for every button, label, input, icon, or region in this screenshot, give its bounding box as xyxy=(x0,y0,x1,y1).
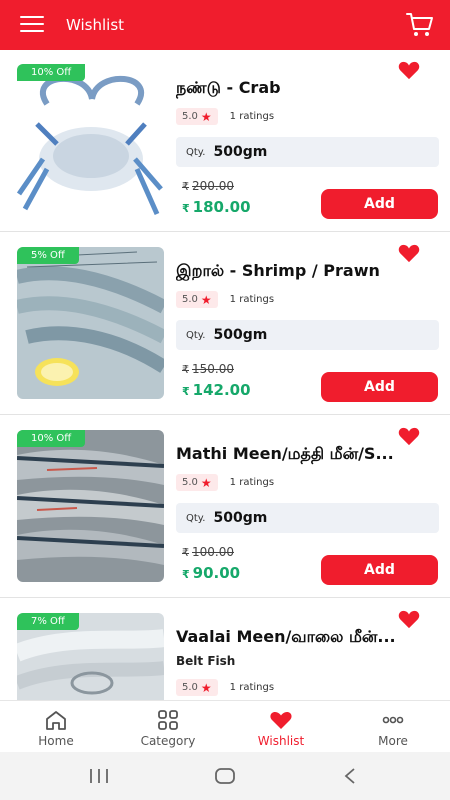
qty-value: 500gm xyxy=(213,327,268,343)
add-button[interactable]: Add xyxy=(321,372,438,402)
wishlist-heart-icon[interactable] xyxy=(398,609,420,629)
add-button[interactable]: Add xyxy=(321,555,438,585)
sale-price-value: 180.00 xyxy=(192,198,251,216)
nav-home[interactable]: Home xyxy=(0,701,112,753)
quantity-selector[interactable]: Qty. 500gm xyxy=(176,137,439,167)
wishlist-item[interactable]: 10% Off நண்டு - Crab 5.0 ★ 1 ratings Qty.… xyxy=(0,50,450,232)
heart-icon xyxy=(270,712,292,729)
rating-badge: 5.0 ★ xyxy=(176,474,218,491)
qty-value: 500gm xyxy=(213,144,268,160)
original-price-value: 150.00 xyxy=(192,362,234,376)
menu-icon[interactable] xyxy=(20,16,44,34)
recent-apps-icon[interactable] xyxy=(88,768,110,784)
original-price: ₹100.00 xyxy=(182,545,234,559)
ratings-count: 1 ratings xyxy=(229,477,275,488)
sale-price-value: 90.00 xyxy=(192,564,241,582)
nav-wishlist[interactable]: Wishlist xyxy=(225,701,337,753)
nav-category[interactable]: Category xyxy=(112,701,224,753)
nav-home-label: Home xyxy=(38,734,74,748)
rupee-symbol: ₹ xyxy=(182,363,189,376)
quantity-selector[interactable]: Qty. 500gm xyxy=(176,320,439,350)
home-icon xyxy=(46,711,66,730)
sale-price: ₹180.00 xyxy=(182,198,251,216)
rating-badge: 5.0 ★ xyxy=(176,108,218,125)
original-price: ₹150.00 xyxy=(182,362,234,376)
rupee-symbol: ₹ xyxy=(182,546,189,559)
rating-badge: 5.0 ★ xyxy=(176,291,218,308)
star-icon: ★ xyxy=(200,292,212,307)
rating-row: 5.0 ★ 1 ratings xyxy=(176,679,274,696)
more-icon xyxy=(382,716,404,724)
system-navigation-bar xyxy=(0,752,450,800)
qty-label: Qty. xyxy=(186,512,206,524)
wishlist-heart-icon[interactable] xyxy=(398,60,420,80)
grid-icon xyxy=(158,710,178,730)
add-button[interactable]: Add xyxy=(321,189,438,219)
product-name[interactable]: நண்டு - Crab xyxy=(176,78,438,99)
ratings-count: 1 ratings xyxy=(229,294,275,305)
cart-icon[interactable] xyxy=(406,12,434,38)
discount-badge: 5% Off xyxy=(17,247,79,264)
ratings-count: 1 ratings xyxy=(229,111,275,122)
rupee-symbol: ₹ xyxy=(182,568,190,581)
product-image-crab[interactable]: 10% Off xyxy=(17,64,164,216)
product-subname: Belt Fish xyxy=(176,654,236,668)
wishlist-item[interactable]: 10% Off Mathi Meen/மத்தி மீன்/S... 5.0 ★ … xyxy=(0,416,450,598)
product-image-shrimp[interactable]: 5% Off xyxy=(17,247,164,399)
rupee-symbol: ₹ xyxy=(182,385,190,398)
wishlist-heart-icon[interactable] xyxy=(398,243,420,263)
top-app-bar: Wishlist xyxy=(0,0,450,50)
star-icon: ★ xyxy=(200,475,212,490)
nav-more-label: More xyxy=(378,734,408,748)
product-image-sardine[interactable]: 10% Off xyxy=(17,430,164,582)
sale-price: ₹142.00 xyxy=(182,381,251,399)
nav-category-label: Category xyxy=(140,734,196,748)
bottom-navigation: Home Category Wishlist More xyxy=(0,700,450,752)
back-icon[interactable] xyxy=(342,768,358,784)
original-price-value: 100.00 xyxy=(192,545,234,559)
qty-label: Qty. xyxy=(186,329,206,341)
discount-badge: 10% Off xyxy=(17,64,86,81)
wishlist-heart-icon[interactable] xyxy=(398,426,420,446)
rating-row: 5.0 ★ 1 ratings xyxy=(176,474,274,491)
discount-badge: 10% Off xyxy=(17,430,86,447)
original-price-value: 200.00 xyxy=(192,179,234,193)
wishlist-item[interactable]: 5% Off இறால் - Shrimp / Prawn 5.0 ★ 1 rat… xyxy=(0,233,450,415)
rating-row: 5.0 ★ 1 ratings xyxy=(176,108,274,125)
sale-price: ₹90.00 xyxy=(182,564,240,582)
rupee-symbol: ₹ xyxy=(182,180,189,193)
rating-value: 5.0 xyxy=(182,294,198,305)
qty-label: Qty. xyxy=(186,146,206,158)
rating-row: 5.0 ★ 1 ratings xyxy=(176,291,274,308)
nav-wishlist-label: Wishlist xyxy=(257,734,305,748)
original-price: ₹200.00 xyxy=(182,179,234,193)
product-name[interactable]: இறால் - Shrimp / Prawn xyxy=(176,261,438,282)
qty-value: 500gm xyxy=(213,510,268,526)
star-icon: ★ xyxy=(200,680,212,695)
nav-more[interactable]: More xyxy=(337,701,449,753)
product-name[interactable]: Mathi Meen/மத்தி மீன்/S... xyxy=(176,444,438,465)
home-button-icon[interactable] xyxy=(214,768,236,784)
wishlist-list[interactable]: 10% Off நண்டு - Crab 5.0 ★ 1 ratings Qty.… xyxy=(0,50,450,700)
ratings-count: 1 ratings xyxy=(229,682,275,693)
rating-value: 5.0 xyxy=(182,682,198,693)
sale-price-value: 142.00 xyxy=(192,381,251,399)
rating-badge: 5.0 ★ xyxy=(176,679,218,696)
page-title: Wishlist xyxy=(66,16,125,34)
wishlist-item[interactable]: 7% Off Vaalai Meen/வாலை மீன்... Belt Fis… xyxy=(0,599,450,700)
rupee-symbol: ₹ xyxy=(182,202,190,215)
product-image-belt-fish[interactable]: 7% Off xyxy=(17,613,164,700)
rating-value: 5.0 xyxy=(182,477,198,488)
star-icon: ★ xyxy=(200,109,212,124)
rating-value: 5.0 xyxy=(182,111,198,122)
discount-badge: 7% Off xyxy=(17,613,79,630)
quantity-selector[interactable]: Qty. 500gm xyxy=(176,503,439,533)
product-name[interactable]: Vaalai Meen/வாலை மீன்... xyxy=(176,627,438,648)
